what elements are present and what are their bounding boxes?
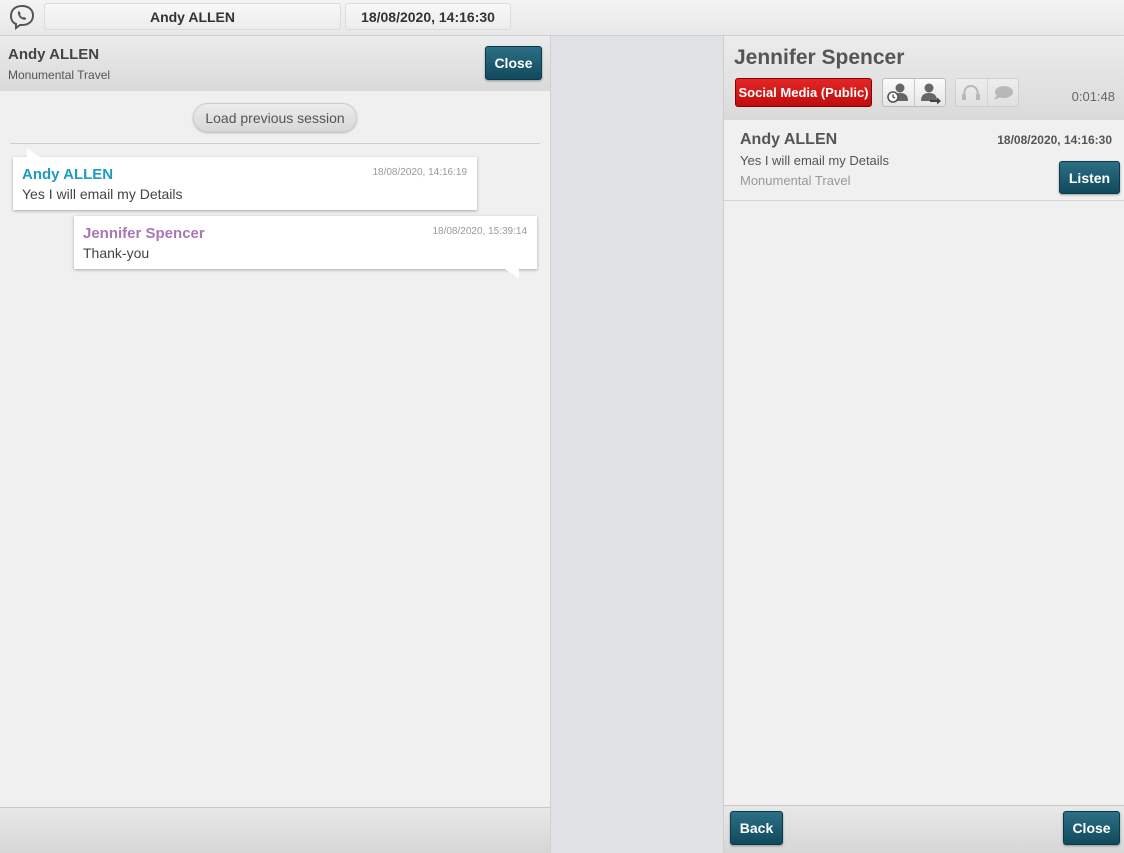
contact-company: Monumental Travel: [8, 68, 111, 82]
headset-icon[interactable]: [956, 79, 987, 106]
message-time: 18/08/2020, 15:39:14: [432, 226, 527, 237]
divider: [10, 143, 540, 144]
list-item-name: Andy ALLEN: [740, 131, 838, 148]
tab-contact[interactable]: Andy ALLEN: [44, 3, 341, 30]
media-action-group: [955, 78, 1019, 107]
message-text: Thank-you: [83, 245, 150, 261]
list-item-company: Monumental Travel: [740, 173, 851, 188]
conversation-pane: Andy ALLEN Monumental Travel Close Load …: [0, 36, 551, 853]
close-conversation-button[interactable]: Close: [485, 46, 542, 80]
message-bubble-agent: Jennifer Spencer 18/08/2020, 15:39:14 Th…: [74, 216, 537, 279]
agent-action-group: [882, 78, 946, 107]
back-button[interactable]: Back: [730, 811, 783, 845]
close-button[interactable]: Close: [1063, 811, 1120, 845]
agent-pane: Jennifer Spencer Social Media (Public) 0…: [723, 36, 1124, 853]
person-transfer-icon[interactable]: [913, 79, 946, 106]
person-clock-icon[interactable]: [883, 79, 914, 106]
message-bubble-customer: Andy ALLEN 18/08/2020, 14:16:19 Yes I wi…: [13, 148, 477, 210]
conversation-list-item[interactable]: Andy ALLEN 18/08/2020, 14:16:30 Yes I wi…: [724, 120, 1124, 201]
tab-datetime[interactable]: 18/08/2020, 14:16:30: [345, 3, 511, 30]
top-bar: Andy ALLEN 18/08/2020, 14:16:30: [0, 0, 1124, 36]
bubble-tail: [505, 269, 519, 279]
middle-panel: [551, 36, 723, 853]
message-text: Yes I will email my Details: [22, 186, 183, 202]
message-sender: Andy ALLEN: [22, 166, 114, 183]
list-item-time: 18/08/2020, 14:16:30: [997, 133, 1112, 147]
channel-badge[interactable]: Social Media (Public): [735, 78, 872, 107]
viber-phone-icon[interactable]: [8, 3, 36, 31]
list-item-message: Yes I will email my Details: [740, 153, 890, 168]
load-previous-session-button[interactable]: Load previous session: [193, 103, 357, 132]
agent-name: Jennifer Spencer: [734, 46, 905, 69]
conversation-footer: [0, 807, 550, 853]
message-sender: Jennifer Spencer: [83, 225, 205, 242]
message-time: 18/08/2020, 14:16:19: [372, 167, 467, 178]
listen-button[interactable]: Listen: [1059, 161, 1120, 194]
contact-name: Andy ALLEN: [8, 46, 100, 63]
call-timer: 0:01:48: [1071, 89, 1115, 104]
agent-header: Jennifer Spencer Social Media (Public) 0…: [724, 36, 1124, 121]
agent-footer: Back Close: [724, 805, 1124, 853]
chat-bubble-icon[interactable]: [986, 79, 1019, 106]
conversation-header: Andy ALLEN Monumental Travel Close: [0, 36, 550, 91]
bubble-tail: [27, 148, 41, 158]
